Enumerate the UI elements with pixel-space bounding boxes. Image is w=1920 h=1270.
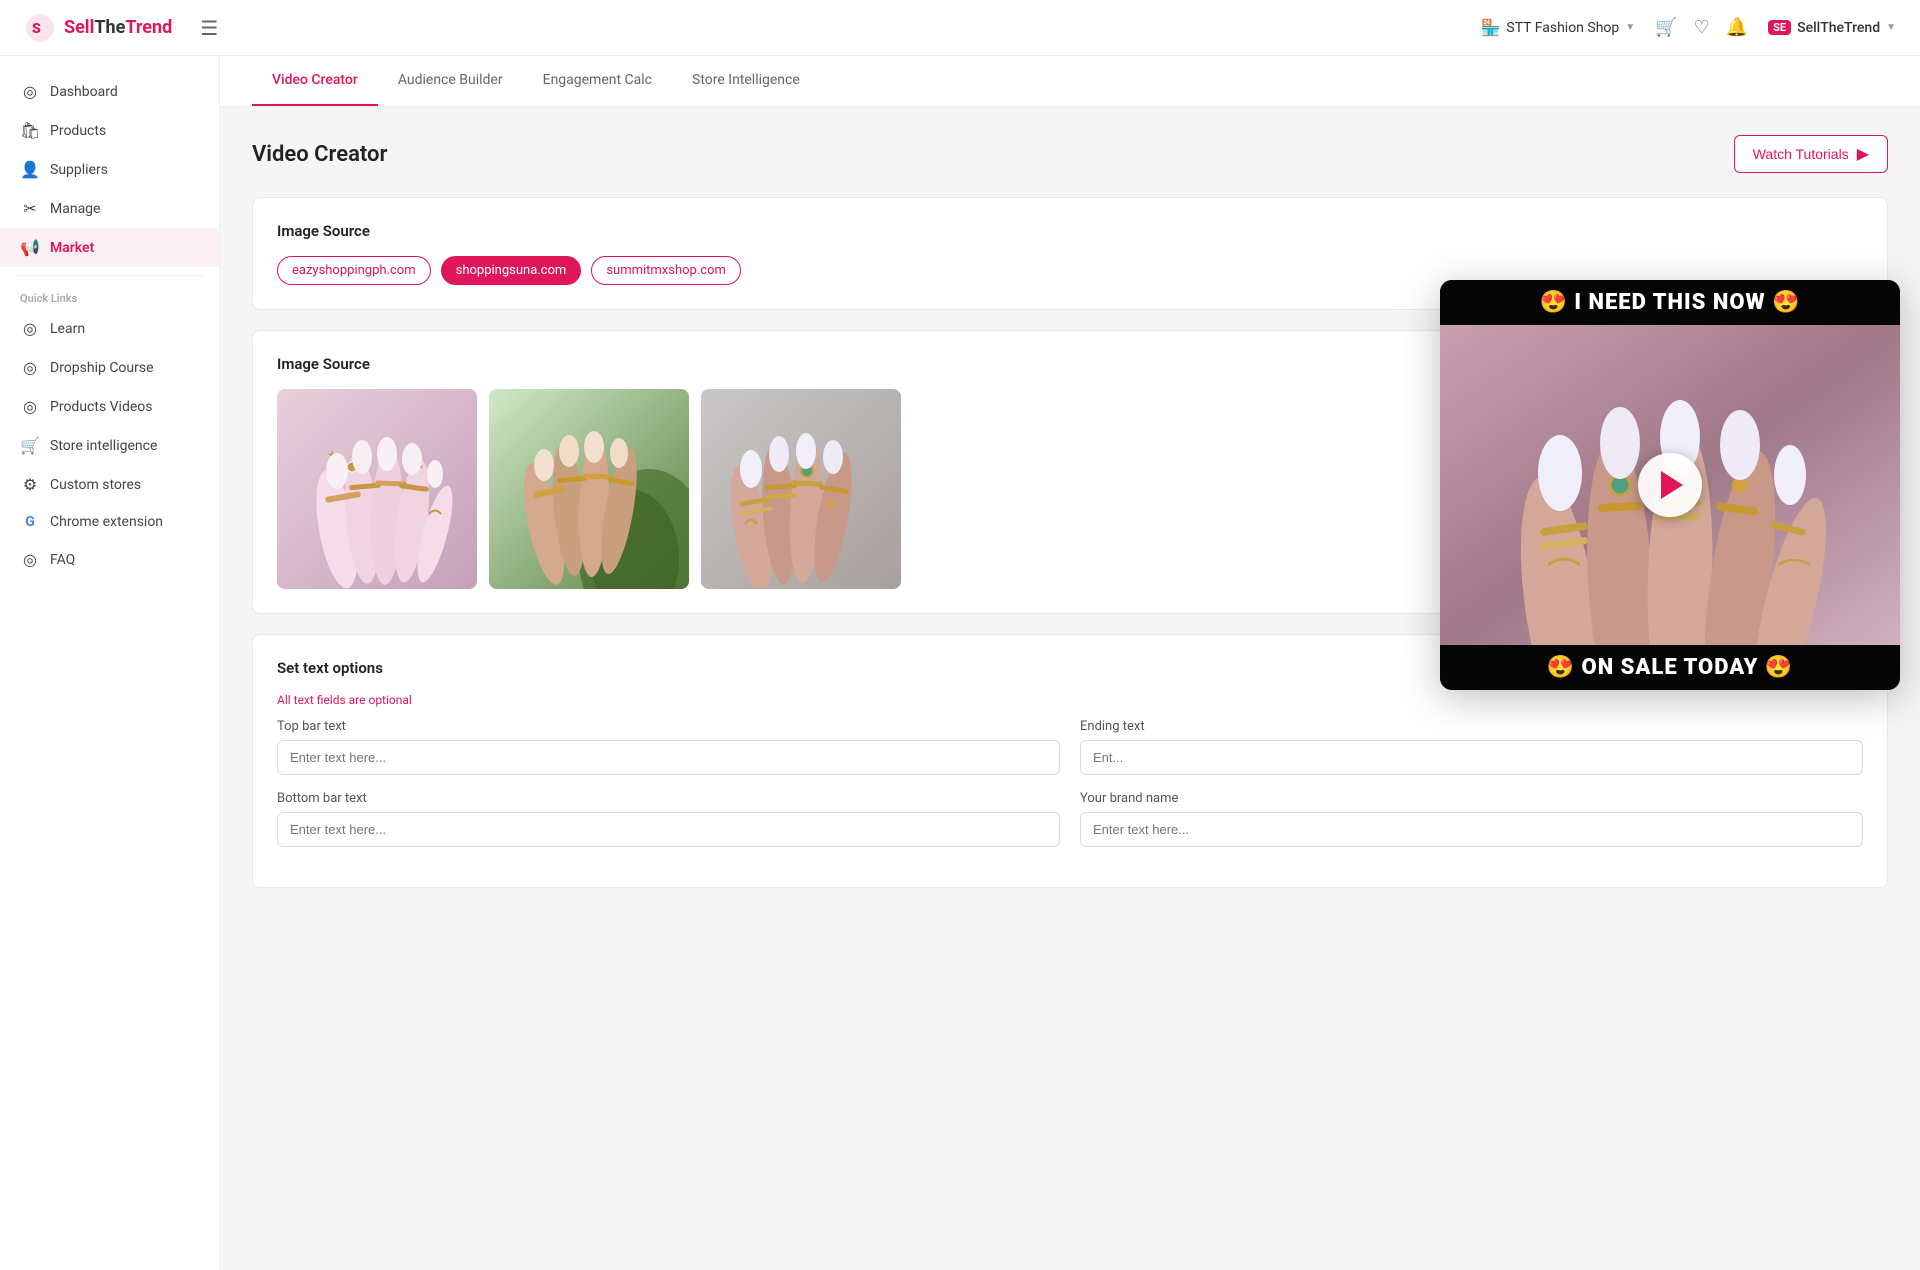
learn-icon: ◎ xyxy=(20,319,40,338)
text-fields-row-1: Top bar text Ending text xyxy=(277,719,1863,775)
suppliers-icon: 👤 xyxy=(20,160,40,179)
ring-image-svg-2: ✦ ✦ ✦ xyxy=(489,389,689,589)
video-preview-overlay: 😍 I NEED THIS NOW 😍 xyxy=(1440,280,1900,690)
page-title: Video Creator xyxy=(252,142,387,167)
sidebar-item-dropship-course[interactable]: ◎ Dropship Course xyxy=(0,348,219,387)
bottom-bar-text-label: Bottom bar text xyxy=(277,791,1060,806)
subnav: Video Creator Audience Builder Engagemen… xyxy=(220,56,1920,107)
sidebar: ◎ Dashboard 🛍 Products 👤 Suppliers ✂ Man… xyxy=(0,56,220,1270)
ending-text-label: Ending text xyxy=(1080,719,1863,734)
user-chevron-icon: ▼ xyxy=(1886,22,1896,33)
product-image-1[interactable]: ★ ★ ★ xyxy=(277,389,477,589)
brand-name-input[interactable] xyxy=(1080,812,1863,847)
sidebar-item-chrome-extension[interactable]: G Chrome extension xyxy=(0,504,219,540)
ending-text-group: Ending text xyxy=(1080,719,1863,775)
play-circle-icon: ▶ xyxy=(1857,144,1869,164)
tag-eazyshoppingph[interactable]: eazyshoppingph.com xyxy=(277,256,431,285)
subnav-store-intelligence[interactable]: Store Intelligence xyxy=(672,56,820,106)
sidebar-item-faq[interactable]: ◎ FAQ xyxy=(0,540,219,579)
watch-tutorials-button[interactable]: Watch Tutorials ▶ xyxy=(1734,135,1888,173)
brand-name-group: Your brand name xyxy=(1080,791,1863,847)
video-top-bar-text: 😍 I NEED THIS NOW 😍 xyxy=(1440,280,1900,325)
top-bar-text-input[interactable] xyxy=(277,740,1060,775)
store-intelligence-icon: 🛒 xyxy=(20,436,40,455)
sidebar-item-manage[interactable]: ✂ Manage xyxy=(0,189,219,228)
topbar: S SellTheTrend ☰ 🏪 STT Fashion Shop ▼ 🛒 … xyxy=(0,0,1920,56)
sidebar-item-products[interactable]: 🛍 Products xyxy=(0,111,219,150)
sidebar-item-market[interactable]: 📢 Market xyxy=(0,228,219,267)
logo[interactable]: S SellTheTrend xyxy=(24,12,172,44)
sidebar-item-custom-stores[interactable]: ⚙ Custom stores xyxy=(0,465,219,504)
video-bottom-bar-text: 😍 ON SALE TODAY 😍 xyxy=(1440,645,1900,690)
sidebar-item-label: Market xyxy=(50,240,94,256)
ring-image-svg-1: ★ ★ ★ xyxy=(277,389,477,589)
svg-text:S: S xyxy=(32,21,41,37)
sidebar-item-label: Manage xyxy=(50,201,100,217)
quick-links-label: Quick Links xyxy=(0,284,219,309)
sidebar-item-products-videos[interactable]: ◎ Products Videos xyxy=(0,387,219,426)
sidebar-item-label: Store intelligence xyxy=(50,438,157,454)
page-header: Video Creator Watch Tutorials ▶ xyxy=(252,135,1888,173)
product-image-3[interactable]: ✦ ★ xyxy=(701,389,901,589)
sidebar-divider xyxy=(16,275,203,276)
dashboard-icon: ◎ xyxy=(20,82,40,101)
watch-tutorials-label: Watch Tutorials xyxy=(1753,146,1849,162)
store-chevron-icon: ▼ xyxy=(1625,22,1635,33)
top-bar-text-group: Top bar text xyxy=(277,719,1060,775)
top-bar-text-label: Top bar text xyxy=(277,719,1060,734)
text-options-hint: All text fields are optional xyxy=(277,693,1863,707)
store-name: STT Fashion Shop xyxy=(1506,20,1619,36)
subnav-engagement-calc[interactable]: Engagement Calc xyxy=(523,56,672,106)
wishlist-icon[interactable]: ♡ xyxy=(1694,17,1710,38)
manage-icon: ✂ xyxy=(20,199,40,218)
menu-toggle-button[interactable]: ☰ xyxy=(200,16,218,40)
tag-summitmxshop[interactable]: summitmxshop.com xyxy=(591,256,741,285)
video-preview-image[interactable]: ✦ xyxy=(1440,325,1900,645)
products-icon: 🛍 xyxy=(20,121,40,140)
sidebar-item-store-intelligence[interactable]: 🛒 Store intelligence xyxy=(0,426,219,465)
sidebar-item-label: Dropship Course xyxy=(50,360,154,376)
subnav-audience-builder[interactable]: Audience Builder xyxy=(378,56,523,106)
sidebar-item-learn[interactable]: ◎ Learn xyxy=(0,309,219,348)
dropship-icon: ◎ xyxy=(20,358,40,377)
sidebar-item-label: Chrome extension xyxy=(50,514,163,530)
sidebar-item-label: Products Videos xyxy=(50,399,153,415)
subnav-video-creator[interactable]: Video Creator xyxy=(252,56,378,106)
sidebar-item-label: FAQ xyxy=(50,552,75,568)
sidebar-item-suppliers[interactable]: 👤 Suppliers xyxy=(0,150,219,189)
video-play-button[interactable] xyxy=(1638,453,1702,517)
topbar-action-icons: 🛒 ♡ 🔔 xyxy=(1655,17,1748,38)
sidebar-item-label: Custom stores xyxy=(50,477,141,493)
notification-icon[interactable]: 🔔 xyxy=(1726,17,1748,38)
topbar-right: 🏪 STT Fashion Shop ▼ 🛒 ♡ 🔔 SE SellTheTre… xyxy=(1480,17,1896,38)
market-icon: 📢 xyxy=(20,238,40,257)
custom-stores-icon: ⚙ xyxy=(20,475,40,494)
user-menu[interactable]: SE SellTheTrend ▼ xyxy=(1768,20,1896,36)
store-icon: 🏪 xyxy=(1480,18,1500,37)
cart-icon[interactable]: 🛒 xyxy=(1655,17,1677,38)
bottom-bar-text-group: Bottom bar text xyxy=(277,791,1060,847)
sidebar-item-label: Suppliers xyxy=(50,162,108,178)
chrome-icon: G xyxy=(20,514,40,530)
user-name: SellTheTrend xyxy=(1797,20,1880,36)
sidebar-item-label: Learn xyxy=(50,321,85,337)
logo-text: SellTheTrend xyxy=(64,17,172,38)
play-triangle-icon xyxy=(1661,471,1683,499)
text-fields-row-2: Bottom bar text Your brand name xyxy=(277,791,1863,847)
user-badge: SE xyxy=(1768,20,1791,35)
brand-name-label: Your brand name xyxy=(1080,791,1863,806)
sidebar-item-label: Dashboard xyxy=(50,84,118,100)
products-videos-icon: ◎ xyxy=(20,397,40,416)
ring-image-svg-3: ✦ ★ xyxy=(701,389,901,589)
faq-icon: ◎ xyxy=(20,550,40,569)
bottom-bar-text-input[interactable] xyxy=(277,812,1060,847)
product-image-2[interactable]: ✦ ✦ ✦ xyxy=(489,389,689,589)
image-source-title-1: Image Source xyxy=(277,222,1863,240)
store-selector[interactable]: 🏪 STT Fashion Shop ▼ xyxy=(1480,18,1635,37)
ending-text-input[interactable] xyxy=(1080,740,1863,775)
sidebar-item-label: Products xyxy=(50,123,106,139)
tag-shoppingsuna[interactable]: shoppingsuna.com xyxy=(441,256,582,285)
logo-icon: S xyxy=(24,12,56,44)
sidebar-item-dashboard[interactable]: ◎ Dashboard xyxy=(0,72,219,111)
